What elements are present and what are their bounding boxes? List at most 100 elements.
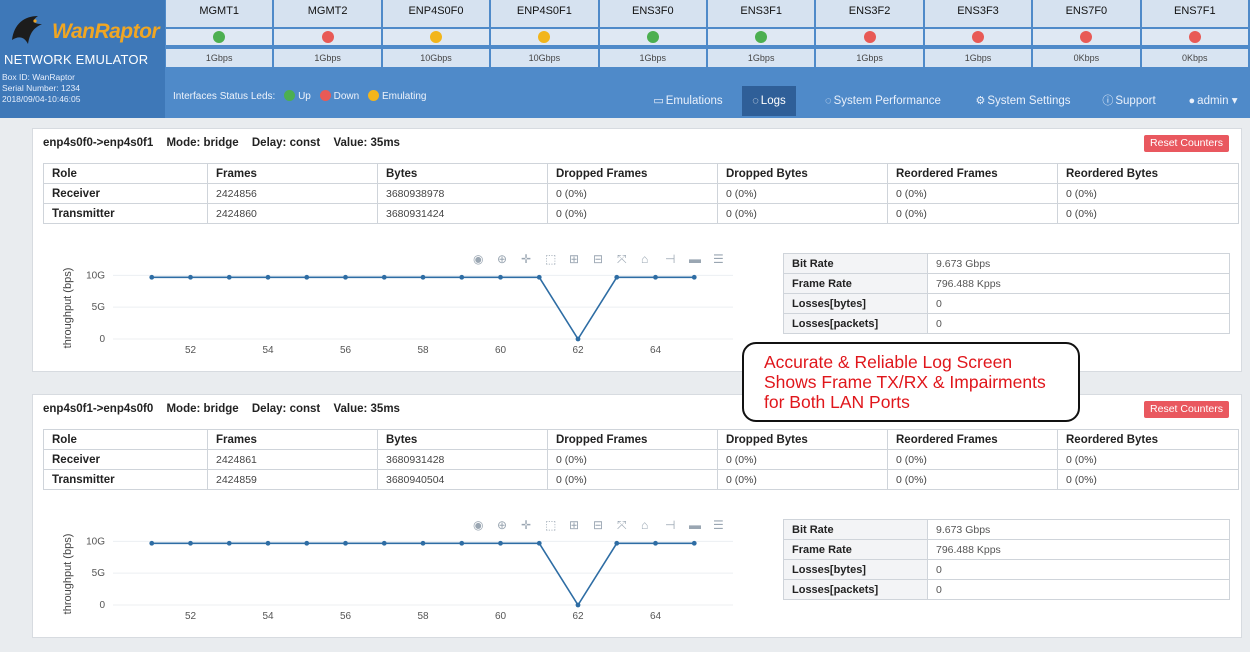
interface-name: ENS3F3 [957,5,999,17]
chart-data-point [498,540,503,546]
cell-dropped-bytes: 0 (0%) [717,203,888,224]
chart-x-tick-label: 52 [185,611,197,622]
interface-led-cell [1033,29,1140,45]
box-id: Box ID: WanRaptor [2,72,75,82]
interface-led-cell [599,29,706,45]
chart-data-point [691,274,697,280]
chart-y-tick-label: 10G [86,536,105,547]
interface-led-cell [274,29,381,45]
cell-reordered-frames: 0 (0%) [887,203,1058,224]
chart-y-tick-label: 10G [86,270,105,281]
chart-data-point [304,540,310,546]
cell-frames: 2424856 [207,183,378,204]
status-led-icon [755,31,768,43]
interface-mgmt2: MGMT2 1Gbps [274,0,381,68]
chart-x-tick-label: 62 [572,611,584,622]
interface-ens3f3: ENS3F3 1Gbps [924,0,1032,68]
cell-bytes: 3680940504 [377,469,548,490]
cell-dropped-frames: 0 (0%) [547,203,718,224]
user-menu[interactable]: ● admin ▾ [1176,86,1250,116]
col-bytes: Bytes [377,163,548,184]
gauge-icon: ◌ [825,95,832,107]
interface-led-cell [708,29,815,45]
chart-data-point [614,274,620,280]
interface-name: ENS3F1 [740,5,782,17]
interface-name: ENP4S0F0 [408,5,464,17]
col-dropped-bytes: Dropped Bytes [717,163,888,184]
panel-1-value: Value: 35ms [333,137,400,149]
log-panel-1: enp4s0f0->enp4s0f1 Mode: bridge Delay: c… [32,128,1242,372]
panel-2-value: Value: 35ms [333,403,400,415]
status-led-icon [429,31,442,43]
col-dropped-frames: Dropped Frames [547,429,718,450]
chart-toolbar-icon: ⊞ [569,518,579,532]
metric-label: Losses[packets] [783,579,928,600]
cell-reordered-bytes: 0 (0%) [1057,183,1239,204]
interface-speed: 1Gbps [924,49,1032,67]
panel-1-mode: Mode: bridge [166,137,239,149]
nav-emulations[interactable]: ▭ Emulations [640,86,736,116]
row-role: Transmitter [43,203,208,224]
metric-value: 9.673 Gbps [927,519,1230,540]
panel-2-delay: Delay: const [251,403,321,415]
cell-frames: 2424859 [207,469,378,490]
cell-dropped-bytes: 0 (0%) [717,469,888,490]
interface-speed: 1Gbps [166,49,273,67]
nav-system-performance[interactable]: ◌ System Performance [808,86,958,116]
chart-toolbar-icon: ⊣ [665,252,675,266]
interface-speed: 1Gbps [708,49,815,67]
interface-name: MGMT2 [307,5,348,17]
metrics-table-1: Bit Rate 9.673 Gbps Frame Rate 796.488 Kpp… [783,253,1230,334]
interface-speed: 1Gbps [274,49,381,67]
metric-row: Bit Rate 9.673 Gbps [783,519,1230,540]
chart-x-tick-label: 58 [417,345,429,356]
metric-value: 0 [927,293,1230,314]
chart-toolbar-icon: ☰ [713,252,724,266]
chart-data-point [188,540,193,546]
table-row: Receiver 2424861 3680931428 0 (0%) 0 (0%… [43,449,1239,470]
chart-x-tick-label: 52 [185,345,197,356]
interface-speed: 0Kbps [1033,49,1140,67]
row-role: Receiver [43,183,208,204]
chart-toolbar-icon: ⊣ [665,518,675,532]
stats-header-row: Role Frames Bytes Dropped Frames Dropped… [43,163,1239,184]
nav-support-label: Support [1115,95,1156,107]
status-led-icon [646,31,659,43]
cell-dropped-frames: 0 (0%) [547,449,718,470]
metric-row: Frame Rate 796.488 Kpps [783,273,1230,294]
chart-data-point [614,540,620,546]
col-role: Role [43,163,208,184]
interface-name: ENS3F2 [848,5,891,17]
nav-support[interactable]: ⓘ Support [1092,86,1166,116]
metric-row: Bit Rate 9.673 Gbps [783,253,1230,274]
chart-toolbar-icon: ◉ [473,252,483,266]
interface-led-cell [924,29,1032,45]
annotation-callout: Accurate & Reliable Log Screen Shows Fra… [742,342,1080,422]
cell-reordered-frames: 0 (0%) [887,469,1058,490]
metric-value: 796.488 Kpps [927,273,1230,294]
nav-logs[interactable]: ◌ Logs [742,86,796,116]
chart-toolbar-icon: ▬ [689,252,701,266]
reset-counters-button-2[interactable]: Reset Counters [1144,401,1229,418]
cell-reordered-bytes: 0 (0%) [1057,469,1239,490]
table-row: Transmitter 2424859 3680940504 0 (0%) 0 … [43,469,1239,490]
status-led-icon [1080,31,1093,43]
col-role: Role [43,429,208,450]
cell-bytes: 3680931428 [377,449,548,470]
nav-system-performance-label: System Performance [833,95,941,107]
cell-dropped-frames: 0 (0%) [547,469,718,490]
reset-counters-button-1[interactable]: Reset Counters [1144,135,1229,152]
interface-ens7f0: ENS7F0 0Kbps [1033,0,1140,68]
metric-value: 0 [927,559,1230,580]
nav-system-settings[interactable]: ⚙ System Settings [968,86,1078,116]
interface-led-cell [382,29,490,45]
chart-y-tick-label: 0 [99,334,105,345]
callout-line-1: Accurate & Reliable Log Screen [764,352,1013,372]
panel-2-mode: Mode: bridge [166,403,239,415]
cell-frames: 2424860 [207,203,378,224]
interface-speed: 10Gbps [491,49,598,67]
chart-x-tick-label: 64 [650,611,662,622]
metric-value: 796.488 Kpps [927,539,1230,560]
chart-toolbar-icon: ⤧ [617,252,627,266]
chart-toolbar-icon: ✛ [521,518,531,532]
